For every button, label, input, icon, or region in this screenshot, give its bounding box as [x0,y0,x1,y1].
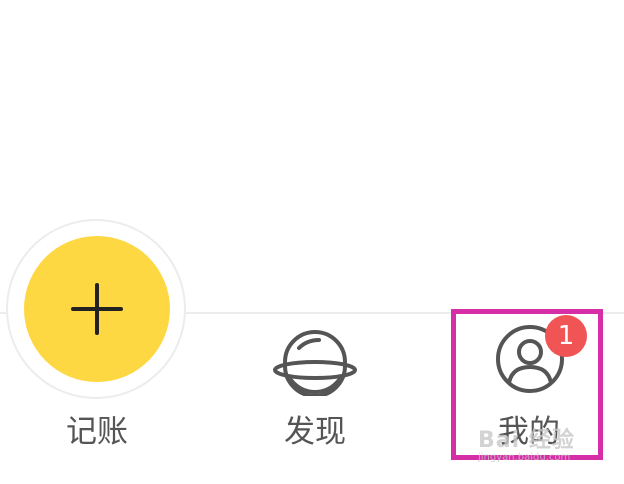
notification-badge: 1 [545,315,587,357]
watermark-url: jingyan.baidu.com [478,452,571,463]
watermark-logo: Bai 经验 [478,428,575,453]
planet-icon [273,330,357,396]
tab-discover-label: 发现 [284,414,346,450]
tab-record-label: 记账 [66,414,128,450]
tab-record[interactable]: 记账 [7,318,187,478]
tab-discover[interactable]: 发现 [225,318,405,478]
watermark: Bai 经验 jingyan.baidu.com [478,422,618,463]
